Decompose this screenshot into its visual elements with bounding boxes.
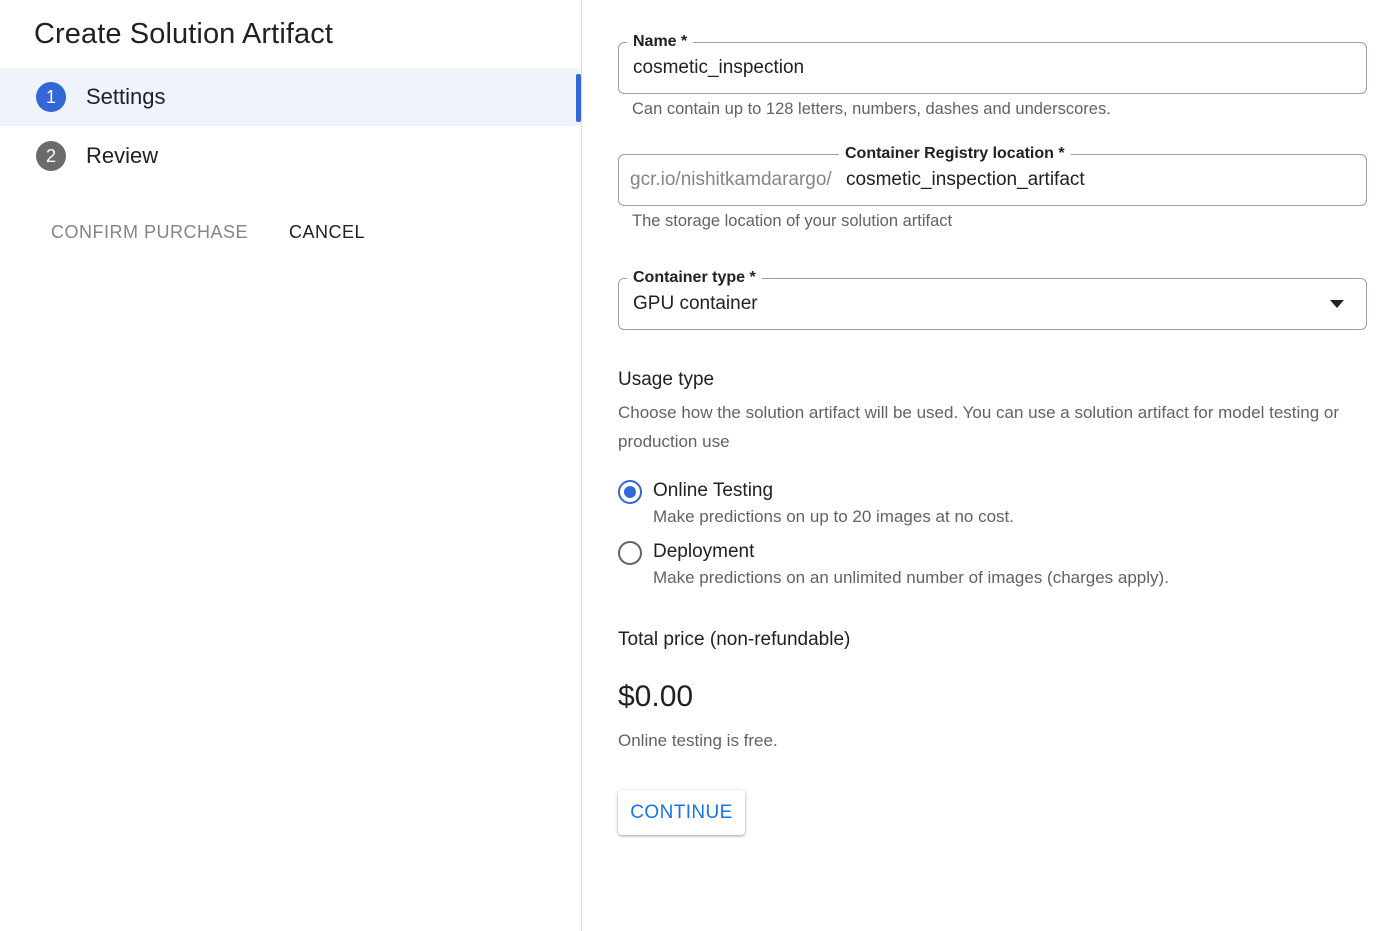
- radio-label: Online Testing: [653, 480, 774, 501]
- radio-description: Make predictions on up to 20 images at n…: [653, 507, 1014, 526]
- name-field[interactable]: Name * cosmetic_inspection: [618, 31, 1367, 94]
- name-helper-text: Can contain up to 128 letters, numbers, …: [632, 100, 1111, 118]
- step-settings[interactable]: 1 Settings: [0, 68, 581, 126]
- step-number-badge: 2: [36, 141, 66, 171]
- price-note: Online testing is free.: [618, 731, 778, 750]
- total-price-label: Total price (non-refundable): [618, 629, 851, 650]
- name-input-value[interactable]: cosmetic_inspection: [633, 43, 804, 93]
- active-step-indicator: [576, 74, 581, 122]
- radio-label: Deployment: [653, 541, 755, 562]
- continue-button[interactable]: CONTINUE: [618, 790, 745, 835]
- usage-type-title: Usage type: [618, 369, 715, 390]
- cancel-button[interactable]: CANCEL: [289, 214, 365, 250]
- stepper-panel: Create Solution Artifact 1 Settings 2 Re…: [0, 0, 582, 931]
- radio-online-testing[interactable]: Online Testing Make predictions on up to…: [618, 478, 1318, 534]
- settings-form: Name * cosmetic_inspection Can contain u…: [583, 0, 1400, 931]
- radio-unchecked-icon[interactable]: [618, 541, 642, 565]
- container-type-select[interactable]: Container type * GPU container: [618, 267, 1367, 330]
- registry-input-value[interactable]: cosmetic_inspection_artifact: [846, 155, 1085, 205]
- total-price-value: $0.00: [618, 680, 694, 713]
- registry-location-field[interactable]: Container Registry location * gcr.io/nis…: [618, 143, 1367, 206]
- step-label: Settings: [86, 84, 166, 109]
- registry-helper-text: The storage location of your solution ar…: [632, 212, 953, 230]
- page-title: Create Solution Artifact: [34, 18, 333, 50]
- panel-actions: CONFIRM PURCHASE CANCEL: [0, 214, 581, 250]
- radio-description: Make predictions on an unlimited number …: [653, 568, 1169, 587]
- registry-prefix: gcr.io/nishitkamdarargo/: [630, 169, 832, 190]
- radio-checked-icon[interactable]: [618, 480, 642, 504]
- radio-deployment[interactable]: Deployment Make predictions on an unlimi…: [618, 539, 1318, 595]
- step-review[interactable]: 2 Review: [0, 127, 581, 185]
- step-number-badge: 1: [36, 82, 66, 112]
- container-type-value[interactable]: GPU container: [633, 279, 758, 329]
- confirm-purchase-button[interactable]: CONFIRM PURCHASE: [51, 214, 248, 250]
- usage-type-description: Choose how the solution artifact will be…: [618, 403, 1340, 451]
- step-label: Review: [86, 143, 159, 168]
- dropdown-arrow-icon[interactable]: [1330, 300, 1344, 308]
